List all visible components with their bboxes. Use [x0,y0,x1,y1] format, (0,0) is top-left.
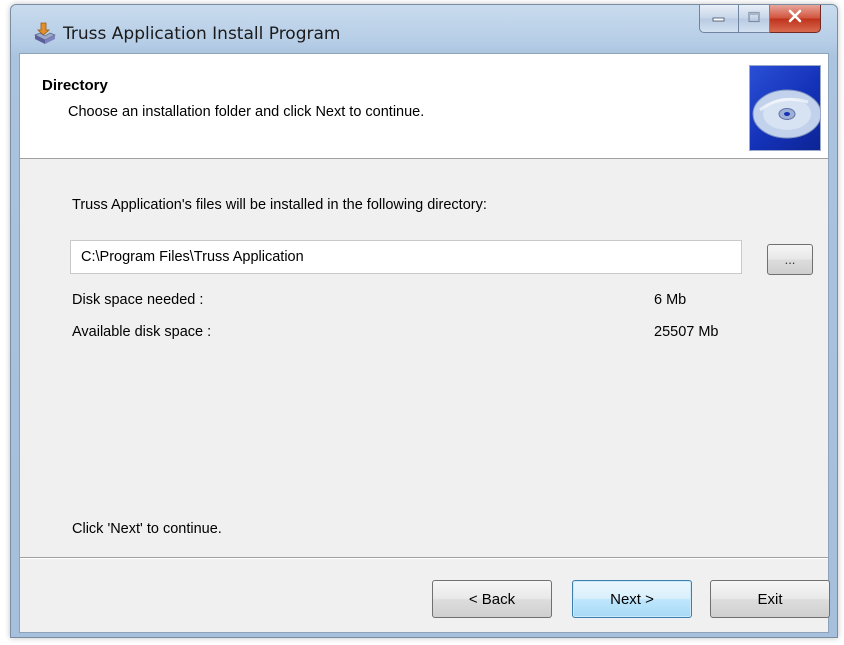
continue-hint: Click 'Next' to continue. [72,521,222,537]
page-title: Directory [42,77,108,94]
disk-space-needed-label: Disk space needed : [72,292,204,308]
exit-button[interactable]: Exit [710,580,830,618]
minimize-button[interactable] [699,5,739,33]
caption-buttons [699,5,821,35]
maximize-icon [747,10,761,28]
disk-space-needed-value: 6 Mb [654,292,687,308]
window-title: Truss Application Install Program [63,24,341,44]
header-panel: Directory Choose an installation folder … [20,54,828,159]
browse-button[interactable]: ... [767,244,813,275]
minimize-icon [711,10,727,28]
available-disk-space-label: Available disk space : [72,324,212,340]
installer-box-icon [33,21,57,45]
back-button[interactable]: < Back [432,580,552,618]
installer-window: Truss Application Install Program Direct… [10,4,838,638]
next-button[interactable]: Next > [572,580,692,618]
page-subtitle: Choose an installation folder and click … [68,104,425,120]
close-icon [787,9,803,28]
install-directory-description: Truss Application's files will be instal… [72,197,487,213]
cd-disc-icon [749,65,822,151]
title-bar[interactable]: Truss Application Install Program [11,5,837,53]
maximize-button[interactable] [739,5,770,33]
install-path-input[interactable] [70,240,742,274]
dialog-body: Directory Choose an installation folder … [19,53,830,633]
footer-divider [20,557,828,559]
close-button[interactable] [770,5,821,33]
available-disk-space-value: 25507 Mb [654,324,719,340]
